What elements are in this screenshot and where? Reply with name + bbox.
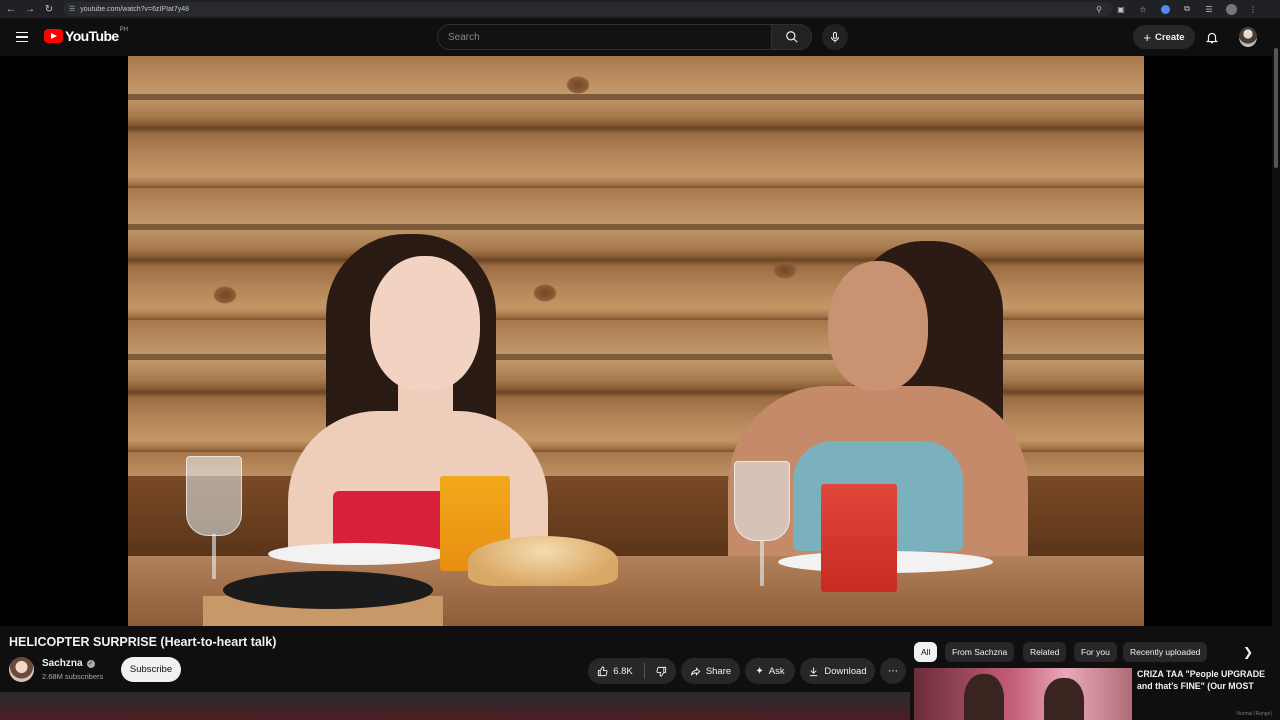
more-actions-button[interactable]: ⋯ <box>880 658 906 684</box>
water-glass <box>186 456 242 536</box>
youtube-logo[interactable]: YouTube PH <box>44 27 128 44</box>
youtube-header: YouTube PH + Create <box>0 18 1280 56</box>
chip-recently-uploaded[interactable]: Recently uploaded <box>1123 642 1208 662</box>
site-info-icon[interactable]: ☰ <box>69 5 75 13</box>
zoom-icon[interactable]: ⚲ <box>1092 2 1106 16</box>
recommendation-thumbnail[interactable] <box>914 668 1132 720</box>
user-avatar[interactable] <box>1239 27 1257 47</box>
chips-fade <box>1214 642 1236 662</box>
water-glass <box>734 461 790 541</box>
log-line <box>128 224 1144 230</box>
scrollbar-thumb[interactable] <box>1274 48 1278 168</box>
reload-icon[interactable]: ↻ <box>41 1 57 17</box>
chevron-right-icon[interactable]: ❯ <box>1238 642 1258 662</box>
wood-knot <box>533 284 557 302</box>
search-icon <box>785 31 798 43</box>
ask-button[interactable]: ✦ Ask <box>745 658 795 684</box>
wood-knot <box>213 286 237 304</box>
thumbnail-person <box>964 674 1004 720</box>
notifications-button[interactable] <box>1202 27 1222 47</box>
log-line <box>128 94 1144 100</box>
video-frame-image[interactable] <box>128 56 1144 626</box>
thumbs-up-icon <box>598 665 608 676</box>
skillet-pan <box>223 571 433 609</box>
video-title: HELICOPTER SURPRISE (Heart-to-heart talk… <box>9 635 277 649</box>
plus-icon: + <box>1143 29 1151 45</box>
browser-extensions: ⚲ ▣ ☆ ⧉ ☰ ⋮ <box>1092 2 1260 16</box>
download-button[interactable]: Download <box>800 658 875 684</box>
wood-knot <box>566 76 590 94</box>
share-label: Share <box>705 665 732 677</box>
like-dislike-group: 6.8K <box>588 658 676 684</box>
chip-related[interactable]: Related <box>1023 642 1067 662</box>
download-label: Download <box>824 665 867 677</box>
create-label: Create <box>1155 31 1185 43</box>
channel-name-link[interactable]: Sachzna ✓ <box>42 658 95 669</box>
chip-all[interactable]: All <box>914 642 938 662</box>
status-corner-text: Normal (Range) <box>1236 711 1272 717</box>
profile-icon[interactable] <box>1224 2 1238 16</box>
forward-icon[interactable]: → <box>22 1 38 17</box>
browser-toolbar: ← → ↻ ☰ youtube.com/watch?v=6zIPIat7y48 … <box>0 0 1280 18</box>
share-button[interactable]: Share <box>681 658 740 684</box>
verified-check-icon: ✓ <box>86 659 95 668</box>
thumbs-down-icon <box>656 666 666 677</box>
hamburger-menu-icon[interactable] <box>12 27 32 47</box>
back-icon[interactable]: ← <box>3 1 19 17</box>
youtube-play-icon <box>44 29 63 43</box>
logo-text: YouTube <box>65 28 119 44</box>
share-arrow-icon <box>690 666 701 676</box>
chip-for-you[interactable]: For you <box>1074 642 1117 662</box>
region-code: PH <box>119 27 128 33</box>
address-bar[interactable]: ☰ youtube.com/watch?v=6zIPIat7y48 <box>63 2 1113 16</box>
ask-label: Ask <box>768 665 785 677</box>
browser-menu-icon[interactable]: ⋮ <box>1246 2 1260 16</box>
glass-stem <box>212 534 216 579</box>
cast-icon[interactable]: ▣ <box>1114 2 1128 16</box>
sparkle-icon: ✦ <box>755 665 764 677</box>
dislike-button[interactable] <box>656 666 667 677</box>
download-icon <box>810 666 818 676</box>
search-button[interactable] <box>772 24 812 50</box>
bookmark-star-icon[interactable]: ☆ <box>1136 2 1150 16</box>
watermelon-juice-glass <box>821 484 897 592</box>
create-button[interactable]: + Create <box>1133 25 1195 49</box>
thumbnail-person <box>1044 678 1084 720</box>
plate <box>268 543 448 565</box>
wood-knot <box>773 261 797 279</box>
video-player[interactable] <box>0 56 1272 626</box>
search-bar <box>437 24 848 50</box>
subscribe-button[interactable]: Subscribe <box>121 657 181 682</box>
page-scrollbar[interactable] <box>1272 18 1280 720</box>
channel-avatar[interactable] <box>9 657 34 682</box>
comments-section-preview <box>0 692 910 720</box>
like-button[interactable]: 6.8K <box>597 666 633 677</box>
extensions-puzzle-icon[interactable]: ⧉ <box>1180 2 1194 16</box>
person-right-face <box>828 261 928 391</box>
bread-loaf <box>468 536 618 586</box>
chip-from-channel[interactable]: From Sachzna <box>945 642 1015 662</box>
subscriber-count: 2.68M subscribers <box>42 672 104 681</box>
recommendation-title[interactable]: CRIZA TAA "People UPGRADE and that's FIN… <box>1137 668 1265 704</box>
glass-stem <box>760 541 764 586</box>
like-divider <box>643 663 645 679</box>
microphone-icon <box>831 31 839 42</box>
translate-icon[interactable]: ☰ <box>1202 2 1216 16</box>
person-left-face <box>370 256 480 391</box>
extension-blue-icon[interactable] <box>1158 2 1172 16</box>
url-text: youtube.com/watch?v=6zIPIat7y48 <box>80 5 190 13</box>
channel-name: Sachzna <box>42 658 83 669</box>
more-horizontal-icon: ⋯ <box>888 665 898 677</box>
search-input[interactable] <box>437 24 772 50</box>
like-count: 6.8K <box>613 665 633 677</box>
bell-icon <box>1205 32 1219 43</box>
voice-search-button[interactable] <box>822 24 848 50</box>
